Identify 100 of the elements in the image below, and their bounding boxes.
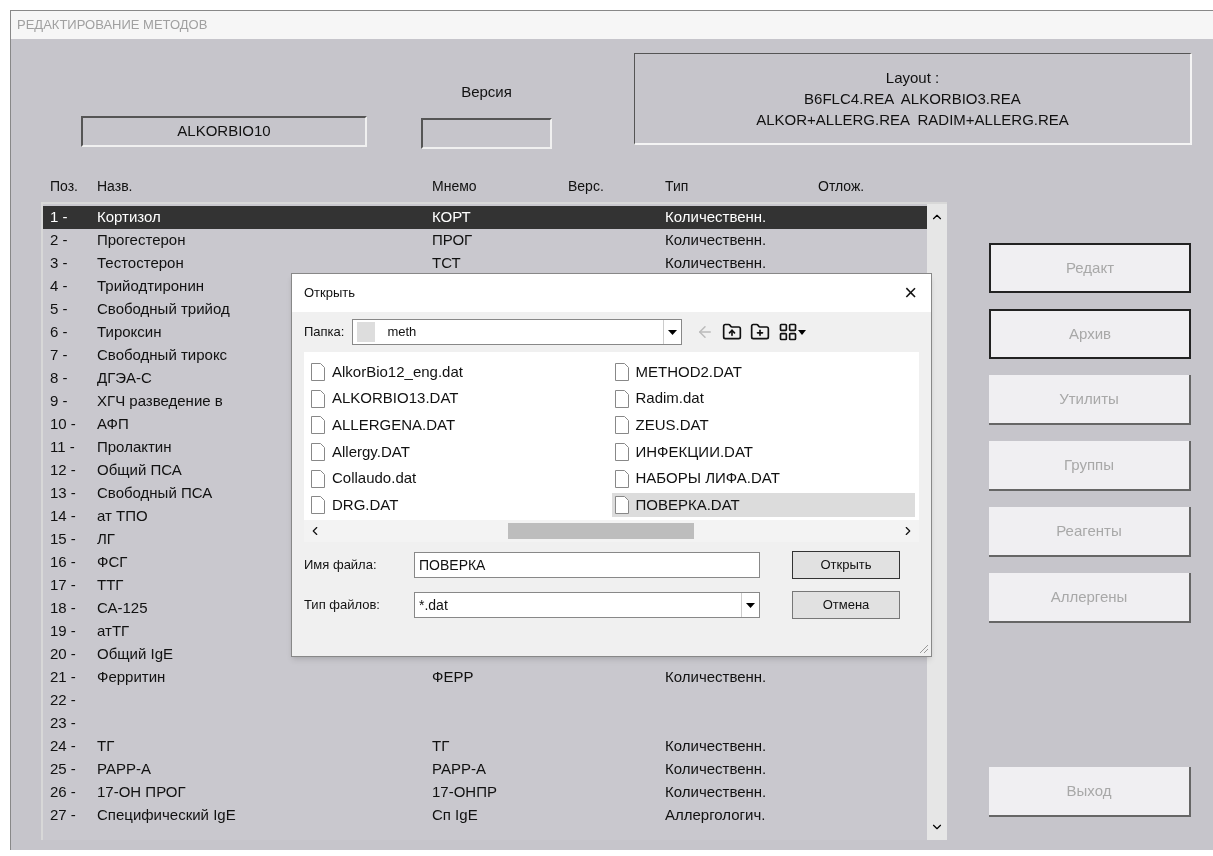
file-name: Collaudo.dat	[332, 468, 417, 489]
position-text: 13 -	[50, 484, 76, 502]
list-row[interactable]: 27 - Специфический IgE Сп IgE Аллергологич.	[43, 804, 927, 827]
method-name-text: Свободный трийод	[97, 300, 230, 318]
method-name-text: PAPP-A	[97, 760, 151, 778]
layout-text: B6FLC4.REA ALKORBIO3.REA	[804, 89, 1021, 109]
document-icon	[310, 495, 326, 516]
dialog-title: Открыть	[304, 284, 356, 303]
position-text: 11 -	[50, 438, 75, 456]
document-icon	[613, 362, 630, 382]
file-item[interactable]: AlkorBio12_eng.dat	[308, 360, 612, 384]
position-text: 7 -	[50, 346, 68, 364]
folder-icon	[357, 322, 376, 342]
file-item[interactable]: ZEUS.DAT	[611, 413, 915, 438]
scroll-thumb[interactable]	[508, 523, 694, 539]
list-row[interactable]: 1 - Кортизол КОРТ Количественн.	[43, 206, 927, 229]
position-text: 10 -	[50, 415, 76, 433]
mnemonic-text: 17-ОНПР	[432, 783, 497, 801]
column-header: Назв.	[97, 178, 133, 194]
list-row[interactable]: 3 - Тестостерон ТСТ Количественн.	[43, 252, 927, 275]
position-text: 14 -	[50, 507, 76, 525]
position-text: 9 -	[50, 392, 68, 410]
type-text: Количественн.	[665, 668, 767, 686]
file-name: AlkorBio12_eng.dat	[332, 361, 463, 382]
method-name-text: ат ТПО	[97, 507, 148, 525]
version-field[interactable]	[421, 117, 552, 149]
file-name: Allergy.DAT	[332, 441, 410, 462]
document-icon	[613, 495, 630, 516]
type-text: Количественн.	[665, 254, 767, 272]
filetype-text: *.dat	[418, 595, 449, 615]
new-folder-icon[interactable]	[750, 322, 771, 342]
mnemonic-text: ТСТ	[432, 254, 461, 272]
file-item[interactable]: ПОВЕРКА.DAT	[611, 493, 915, 518]
file-item[interactable]: ALLERGENA.DAT	[308, 413, 612, 438]
list-row[interactable]: 21 - Ферритин ФЕРР Количественн.	[43, 666, 927, 689]
layout-text: Layout :	[885, 68, 940, 88]
position-text: 15 -	[50, 530, 76, 548]
filetype-combobox[interactable]: *.dat	[414, 592, 760, 618]
mnemonic-text: Сп IgE	[432, 806, 478, 824]
column-header: Тип	[665, 178, 689, 194]
type-text: Количественн.	[665, 737, 767, 755]
document-icon	[613, 415, 630, 436]
method-name-field[interactable]: ALKORBIO10	[81, 116, 367, 147]
file-item[interactable]: METHOD2.DAT	[611, 360, 915, 384]
position-text: 26 -	[50, 783, 76, 801]
file-item[interactable]: НАБОРЫ ЛИФА.DAT	[611, 466, 915, 491]
position-text: 17 -	[50, 576, 76, 594]
file-name: ALKORBIO13.DAT	[332, 388, 459, 409]
version-label: Версия	[461, 82, 512, 102]
list-row[interactable]: 25 - PAPP-A PAPP-A Количественн.	[43, 758, 927, 781]
position-text: 20 -	[50, 645, 76, 663]
position-text: 16 -	[50, 553, 76, 571]
cancel-button[interactable]: Отмена	[792, 591, 900, 619]
method-name-text: Специфический IgE	[97, 806, 236, 824]
folder-up-icon[interactable]	[722, 322, 743, 342]
method-name-text: Свободный тирокс	[97, 346, 228, 364]
column-header: Верс.	[568, 178, 604, 194]
file-item[interactable]: DRG.DAT	[308, 493, 612, 518]
file-name: ИНФЕКЦИИ.DAT	[635, 441, 753, 462]
file-name: ALLERGENA.DAT	[332, 415, 456, 436]
view-menu-button[interactable]	[778, 322, 807, 342]
column-header: Поз.	[50, 178, 78, 194]
list-row[interactable]: 24 - ТГ ТГ Количественн.	[43, 735, 927, 758]
list-row[interactable]: 22 -	[43, 689, 927, 712]
file-item[interactable]: ИНФЕКЦИИ.DAT	[611, 440, 915, 464]
method-name-text: 17-ОН ПРОГ	[97, 783, 186, 801]
file-item[interactable]: Collaudo.dat	[308, 466, 612, 491]
method-name-text: ТГ	[97, 737, 115, 755]
grid-view-icon	[778, 322, 799, 342]
open-button[interactable]: Открыть	[792, 551, 900, 579]
document-icon	[310, 415, 326, 436]
document-icon	[613, 442, 630, 462]
dropdown-arrow-icon	[746, 602, 755, 608]
document-icon	[613, 468, 630, 489]
list-row[interactable]: 23 -	[43, 712, 927, 735]
type-text: Количественн.	[665, 783, 767, 801]
list-row[interactable]: 26 - 17-ОН ПРОГ 17-ОНПР Количественн.	[43, 781, 927, 804]
type-text: Аллергологич.	[665, 806, 766, 824]
list-row[interactable]: 2 - Прогестерон ПРОГ Количественн.	[43, 229, 927, 252]
close-button[interactable]: ×	[900, 282, 921, 304]
method-name-text: Ферритин	[97, 668, 166, 686]
file-name: ПОВЕРКА.DAT	[635, 495, 740, 516]
folder-text: meth	[387, 323, 418, 342]
layout-text: ALKOR+ALLERG.REA RADIM+ALLERG.REA	[756, 110, 1069, 130]
mnemonic-text: ФЕРР	[432, 668, 474, 686]
dropdown-arrow-icon	[668, 329, 678, 335]
document-icon	[613, 388, 630, 409]
file-item[interactable]: ALKORBIO13.DAT	[308, 386, 612, 411]
file-item[interactable]: Radim.dat	[611, 386, 915, 411]
position-text: 1 -	[50, 208, 68, 226]
type-text: Количественн.	[665, 208, 767, 226]
document-icon	[310, 468, 326, 489]
file-name: DRG.DAT	[332, 495, 399, 516]
method-name-text: Тестостерон	[97, 254, 184, 272]
filename-field[interactable]: ПОВЕРКА	[414, 552, 760, 578]
position-text: 2 -	[50, 231, 68, 249]
method-name-text: Общий IgE	[97, 645, 174, 663]
folder-combobox[interactable]: meth	[352, 319, 683, 345]
method-name-text: ЛГ	[97, 530, 115, 548]
file-item[interactable]: Allergy.DAT	[308, 440, 612, 464]
